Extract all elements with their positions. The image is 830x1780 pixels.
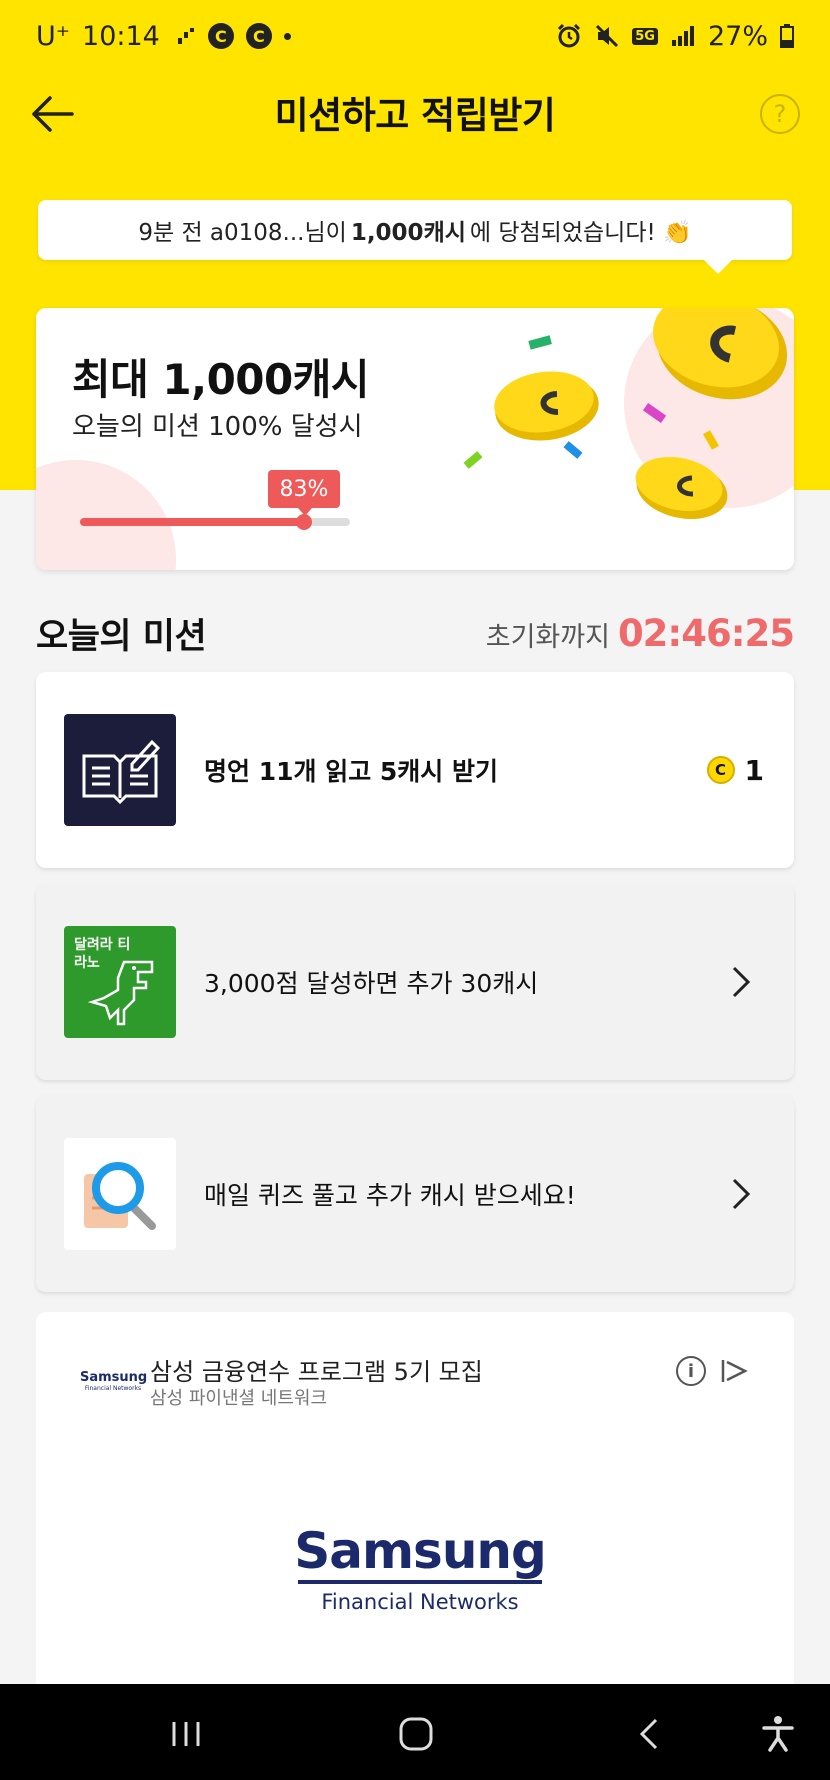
chevron-right-icon <box>732 966 751 998</box>
magnifier-document-icon <box>84 1162 156 1230</box>
section-title: 오늘의 미션 <box>36 617 207 657</box>
coins-illustration <box>463 308 788 520</box>
mission-reward: C 1 <box>706 753 764 787</box>
ad-title: 삼성 금융연수 프로그램 5기 모집 <box>150 1358 483 1386</box>
mission-label: 3,000점 달성하면 추가 30캐시 <box>204 969 539 998</box>
reset-countdown: 초기화까지 02:46:25 <box>485 612 795 655</box>
book-pen-icon <box>82 739 161 805</box>
more-notif-dot-icon <box>283 32 291 40</box>
mission-item-quotes[interactable]: 명언 11개 읽고 5캐시 받기 C 1 <box>36 672 794 868</box>
quiz-thumbnail <box>64 1138 176 1250</box>
decor-blob <box>36 460 176 570</box>
mission-item-quiz[interactable]: 매일 퀴즈 풀고 추가 캐시 받으세요! <box>36 1096 794 1292</box>
app-header: 미션하고 적립받기 ? <box>0 72 830 152</box>
ad-brand-name: Samsung <box>294 1522 547 1580</box>
progress-fill <box>80 518 304 526</box>
ad-logo-sub: Financial Networks <box>84 1385 142 1392</box>
ad-brand-logo: Samsung Financial Networks <box>290 1522 550 1614</box>
mission-label: 명언 11개 읽고 5캐시 받기 <box>204 757 499 786</box>
back-icon[interactable] <box>630 1714 670 1754</box>
mission-item-tirano-game[interactable]: 달려라 티라노 3,000점 달성하면 추가 30캐시 <box>36 884 794 1080</box>
ad-choices-icon[interactable] <box>718 1356 748 1386</box>
cash-notif-icon: C <box>207 23 234 49</box>
reward-subtitle: 오늘의 미션 100% 달성시 <box>72 412 363 442</box>
carrier-label: U⁺ <box>36 20 71 52</box>
winner-amount: 1,000캐시 <box>350 220 466 246</box>
tirano-game-thumbnail: 달려라 티라노 <box>64 926 176 1038</box>
ad-brand-tagline: Financial Networks <box>321 1590 519 1614</box>
chevron-right-icon <box>732 1178 751 1210</box>
home-icon[interactable] <box>396 1714 436 1754</box>
alarm-icon <box>558 23 581 48</box>
ad-card[interactable]: Samsung Financial Networks 삼성 금융연수 프로그램 … <box>36 1312 794 1692</box>
winner-banner: 9분 전 a0108...님이 1,000캐시 에 당첨되었습니다! 👏 <box>38 200 792 274</box>
mute-icon <box>596 24 619 48</box>
winner-prefix: 9분 전 a0108...님이 <box>138 220 347 246</box>
reset-label: 초기화까지 <box>485 622 610 653</box>
dinosaur-icon <box>87 960 154 1026</box>
reward-progress-card: 최대 1,000캐시 오늘의 미션 100% 달성시 83% <box>36 308 794 570</box>
signal-bars-icon <box>671 26 694 46</box>
reward-amount: 1 <box>744 753 764 787</box>
accessibility-icon[interactable] <box>758 1714 798 1754</box>
battery-icon <box>780 24 794 48</box>
reward-title: 최대 1,000캐시 <box>72 355 370 404</box>
cash-notif-icon-2: C <box>245 23 272 49</box>
reset-timer: 02:46:25 <box>617 612 795 655</box>
clock: 10:14 <box>82 20 160 52</box>
page-title: 미션하고 적립받기 <box>274 94 556 137</box>
quote-book-thumbnail <box>64 714 176 826</box>
cash-coin-icon: C <box>706 756 735 784</box>
recent-apps-icon[interactable] <box>166 1714 206 1754</box>
winner-suffix: 에 당첨되었습니다! 👏 <box>469 220 692 246</box>
ad-advertiser-name: 삼성 파이낸셜 네트워크 <box>150 1388 328 1409</box>
system-nav-bar <box>0 1684 830 1780</box>
ad-brand-divider <box>298 1580 542 1584</box>
ad-advertiser-logo: Samsung Financial Networks <box>80 1370 148 1392</box>
progress-knob <box>296 514 312 530</box>
mission-label: 매일 퀴즈 풀고 추가 캐시 받으세요! <box>204 1181 576 1210</box>
status-bar: U⁺ 10:14 C C 5G 27% <box>0 0 830 72</box>
network-type: 5G <box>632 27 658 45</box>
progress-percent-badge: 83% <box>268 470 340 516</box>
help-icon[interactable]: ? <box>760 94 800 134</box>
back-arrow-icon[interactable] <box>28 90 76 138</box>
battery-level: 27% <box>707 20 768 52</box>
ad-info-icon[interactable]: i <box>676 1356 706 1386</box>
ad-logo-text: Samsung <box>80 1370 148 1385</box>
progress-bar <box>80 514 350 530</box>
signal-steps-icon <box>173 28 194 44</box>
